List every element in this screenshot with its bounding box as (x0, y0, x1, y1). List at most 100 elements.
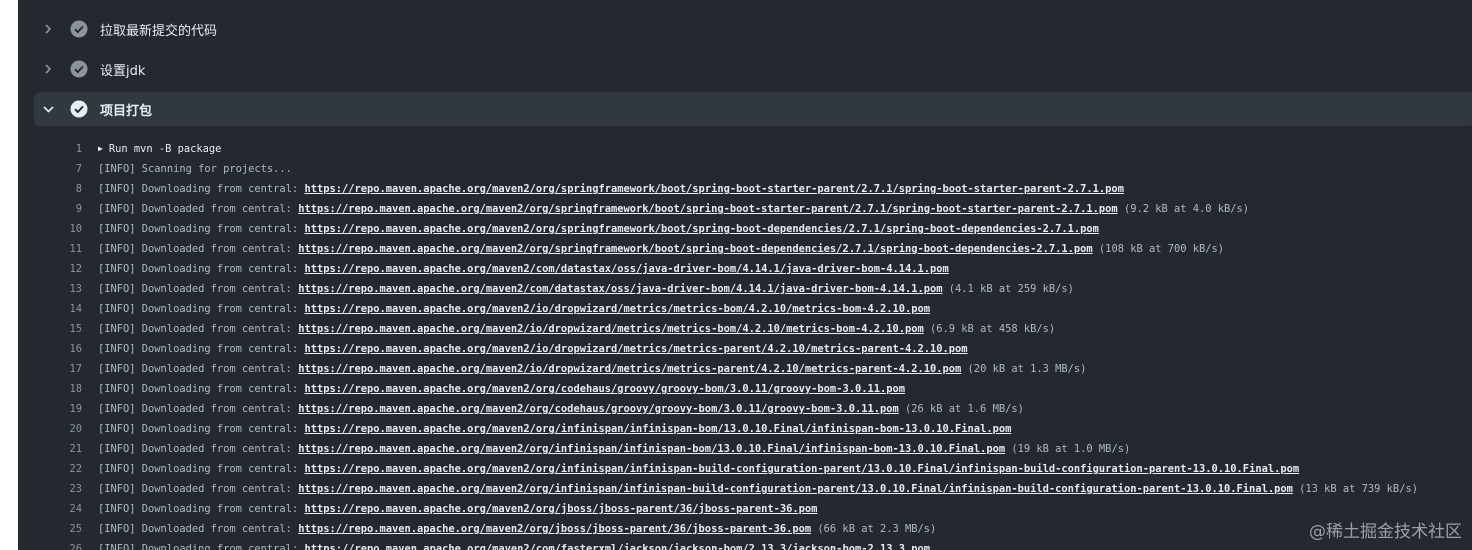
artifact-link[interactable]: https://repo.maven.apache.org/maven2/com… (304, 543, 930, 550)
log-text: [INFO] Downloading from central: https:/… (98, 220, 1099, 238)
check-circle-icon (70, 100, 88, 118)
log-text: [INFO] Downloaded from central: https://… (98, 240, 1224, 258)
artifact-link[interactable]: https://repo.maven.apache.org/maven2/com… (304, 263, 948, 275)
download-stats: (4.1 kB at 259 kB/s) (942, 283, 1074, 295)
artifact-link[interactable]: https://repo.maven.apache.org/maven2/io/… (304, 343, 967, 355)
artifact-link[interactable]: https://repo.maven.apache.org/maven2/org… (298, 483, 1293, 495)
log-message: [INFO] Downloading from central: (98, 543, 305, 550)
artifact-link[interactable]: https://repo.maven.apache.org/maven2/org… (298, 403, 899, 415)
log-line: 10 [INFO] Downloading from central: https… (18, 220, 1472, 240)
line-number[interactable]: 22 (18, 460, 82, 478)
log-output: 1 ▶ Run mvn -B package 7 [INFO] Scanning for… (18, 140, 1472, 550)
download-stats: (19 kB at 1.0 MB/s) (1005, 443, 1131, 455)
line-number[interactable]: 8 (18, 180, 82, 198)
step-package[interactable]: 项目打包 (34, 92, 1472, 126)
step-title: 拉取最新提交的代码 (100, 23, 218, 39)
expand-triangle-icon[interactable]: ▶ (98, 144, 103, 153)
line-number[interactable]: 1 (18, 140, 82, 158)
workflow-log-panel: 拉取最新提交的代码 设置jdk 项目打包 1 ▶ Run mvn -B packag… (18, 0, 1472, 550)
artifact-link[interactable]: https://repo.maven.apache.org/maven2/org… (298, 243, 1092, 255)
chevron-right-icon[interactable] (34, 52, 62, 86)
log-line: 26 [INFO] Downloading from central: https… (18, 540, 1472, 550)
artifact-link[interactable]: https://repo.maven.apache.org/maven2/org… (304, 183, 1124, 195)
line-number[interactable]: 25 (18, 520, 82, 538)
download-stats: (20 kB at 1.3 MB/s) (961, 363, 1087, 375)
log-line: 14 [INFO] Downloading from central: https… (18, 300, 1472, 320)
log-text: ▶ Run mvn -B package (98, 140, 221, 158)
log-text: [INFO] Downloading from central: https:/… (98, 180, 1124, 198)
log-message: [INFO] Downloading from central: (98, 343, 305, 355)
log-message: [INFO] Downloading from central: (98, 383, 305, 395)
log-line: 24 [INFO] Downloading from central: https… (18, 500, 1472, 520)
line-number[interactable]: 19 (18, 400, 82, 418)
line-number[interactable]: 14 (18, 300, 82, 318)
log-text: [INFO] Downloading from central: https:/… (98, 340, 968, 358)
log-message: [INFO] Downloaded from central: (98, 443, 299, 455)
log-message: [INFO] Downloaded from central: (98, 243, 299, 255)
log-line: 7 [INFO] Scanning for projects... (18, 160, 1472, 180)
line-number[interactable]: 11 (18, 240, 82, 258)
log-line: 17 [INFO] Downloaded from central: https:… (18, 360, 1472, 380)
log-line: 25 [INFO] Downloaded from central: https:… (18, 520, 1472, 540)
step-setup-jdk[interactable]: 设置jdk (34, 52, 1472, 86)
log-message: [INFO] Downloading from central: (98, 263, 305, 275)
line-number[interactable]: 24 (18, 500, 82, 518)
artifact-link[interactable]: https://repo.maven.apache.org/maven2/org… (304, 223, 1098, 235)
log-message: [INFO] Downloaded from central: (98, 363, 299, 375)
log-text: [INFO] Downloading from central: https:/… (98, 420, 1011, 438)
artifact-link[interactable]: https://repo.maven.apache.org/maven2/org… (298, 523, 811, 535)
log-line: 20 [INFO] Downloading from central: https… (18, 420, 1472, 440)
artifact-link[interactable]: https://repo.maven.apache.org/maven2/io/… (298, 363, 961, 375)
line-number[interactable]: 15 (18, 320, 82, 338)
log-text: [INFO] Downloaded from central: https://… (98, 480, 1418, 498)
download-stats: (13 kB at 739 kB/s) (1292, 483, 1418, 495)
line-number[interactable]: 9 (18, 200, 82, 218)
log-text: [INFO] Downloaded from central: https://… (98, 520, 936, 538)
line-number[interactable]: 23 (18, 480, 82, 498)
log-text: [INFO] Downloaded from central: https://… (98, 200, 1249, 218)
step-title: 项目打包 (100, 103, 153, 119)
chevron-right-icon[interactable] (34, 12, 62, 46)
step-checkout[interactable]: 拉取最新提交的代码 (34, 12, 1472, 46)
artifact-link[interactable]: https://repo.maven.apache.org/maven2/org… (304, 503, 817, 515)
line-number[interactable]: 21 (18, 440, 82, 458)
step-title: 设置jdk (100, 63, 146, 79)
log-text: [INFO] Downloaded from central: https://… (98, 360, 1086, 378)
line-number[interactable]: 10 (18, 220, 82, 238)
log-text: [INFO] Downloading from central: https:/… (98, 380, 905, 398)
chevron-down-icon[interactable] (34, 92, 62, 126)
line-number[interactable]: 20 (18, 420, 82, 438)
line-number[interactable]: 26 (18, 540, 82, 550)
line-number[interactable]: 17 (18, 360, 82, 378)
log-text: [INFO] Downloaded from central: https://… (98, 280, 1074, 298)
artifact-link[interactable]: https://repo.maven.apache.org/maven2/org… (304, 423, 1011, 435)
log-line: 21 [INFO] Downloaded from central: https:… (18, 440, 1472, 460)
log-line: 23 [INFO] Downloaded from central: https:… (18, 480, 1472, 500)
log-line: 18 [INFO] Downloading from central: https… (18, 380, 1472, 400)
download-stats: (9.2 kB at 4.0 kB/s) (1117, 203, 1250, 215)
line-number[interactable]: 13 (18, 280, 82, 298)
check-circle-icon (70, 20, 88, 38)
watermark: @稀土掘金技术社区 (1309, 522, 1462, 542)
log-line: 19 [INFO] Downloaded from central: https:… (18, 400, 1472, 420)
line-number[interactable]: 7 (18, 160, 82, 178)
log-message: [INFO] Downloading from central: (98, 223, 305, 235)
log-message: [INFO] Downloaded from central: (98, 323, 299, 335)
artifact-link[interactable]: https://repo.maven.apache.org/maven2/org… (304, 463, 1299, 475)
log-text: [INFO] Downloaded from central: https://… (98, 320, 1055, 338)
download-stats: (26 kB at 1.6 MB/s) (898, 403, 1024, 415)
line-number[interactable]: 16 (18, 340, 82, 358)
log-text: [INFO] Downloading from central: https:/… (98, 460, 1299, 478)
log-message: [INFO] Downloaded from central: (98, 203, 299, 215)
log-line: 1 ▶ Run mvn -B package (18, 140, 1472, 160)
artifact-link[interactable]: https://repo.maven.apache.org/maven2/org… (298, 443, 1005, 455)
log-message: [INFO] Scanning for projects... (98, 163, 292, 175)
artifact-link[interactable]: https://repo.maven.apache.org/maven2/com… (298, 283, 942, 295)
artifact-link[interactable]: https://repo.maven.apache.org/maven2/io/… (298, 323, 924, 335)
artifact-link[interactable]: https://repo.maven.apache.org/maven2/org… (298, 203, 1118, 215)
log-message: [INFO] Downloading from central: (98, 503, 305, 515)
artifact-link[interactable]: https://repo.maven.apache.org/maven2/io/… (304, 303, 930, 315)
artifact-link[interactable]: https://repo.maven.apache.org/maven2/org… (304, 383, 905, 395)
line-number[interactable]: 18 (18, 380, 82, 398)
line-number[interactable]: 12 (18, 260, 82, 278)
